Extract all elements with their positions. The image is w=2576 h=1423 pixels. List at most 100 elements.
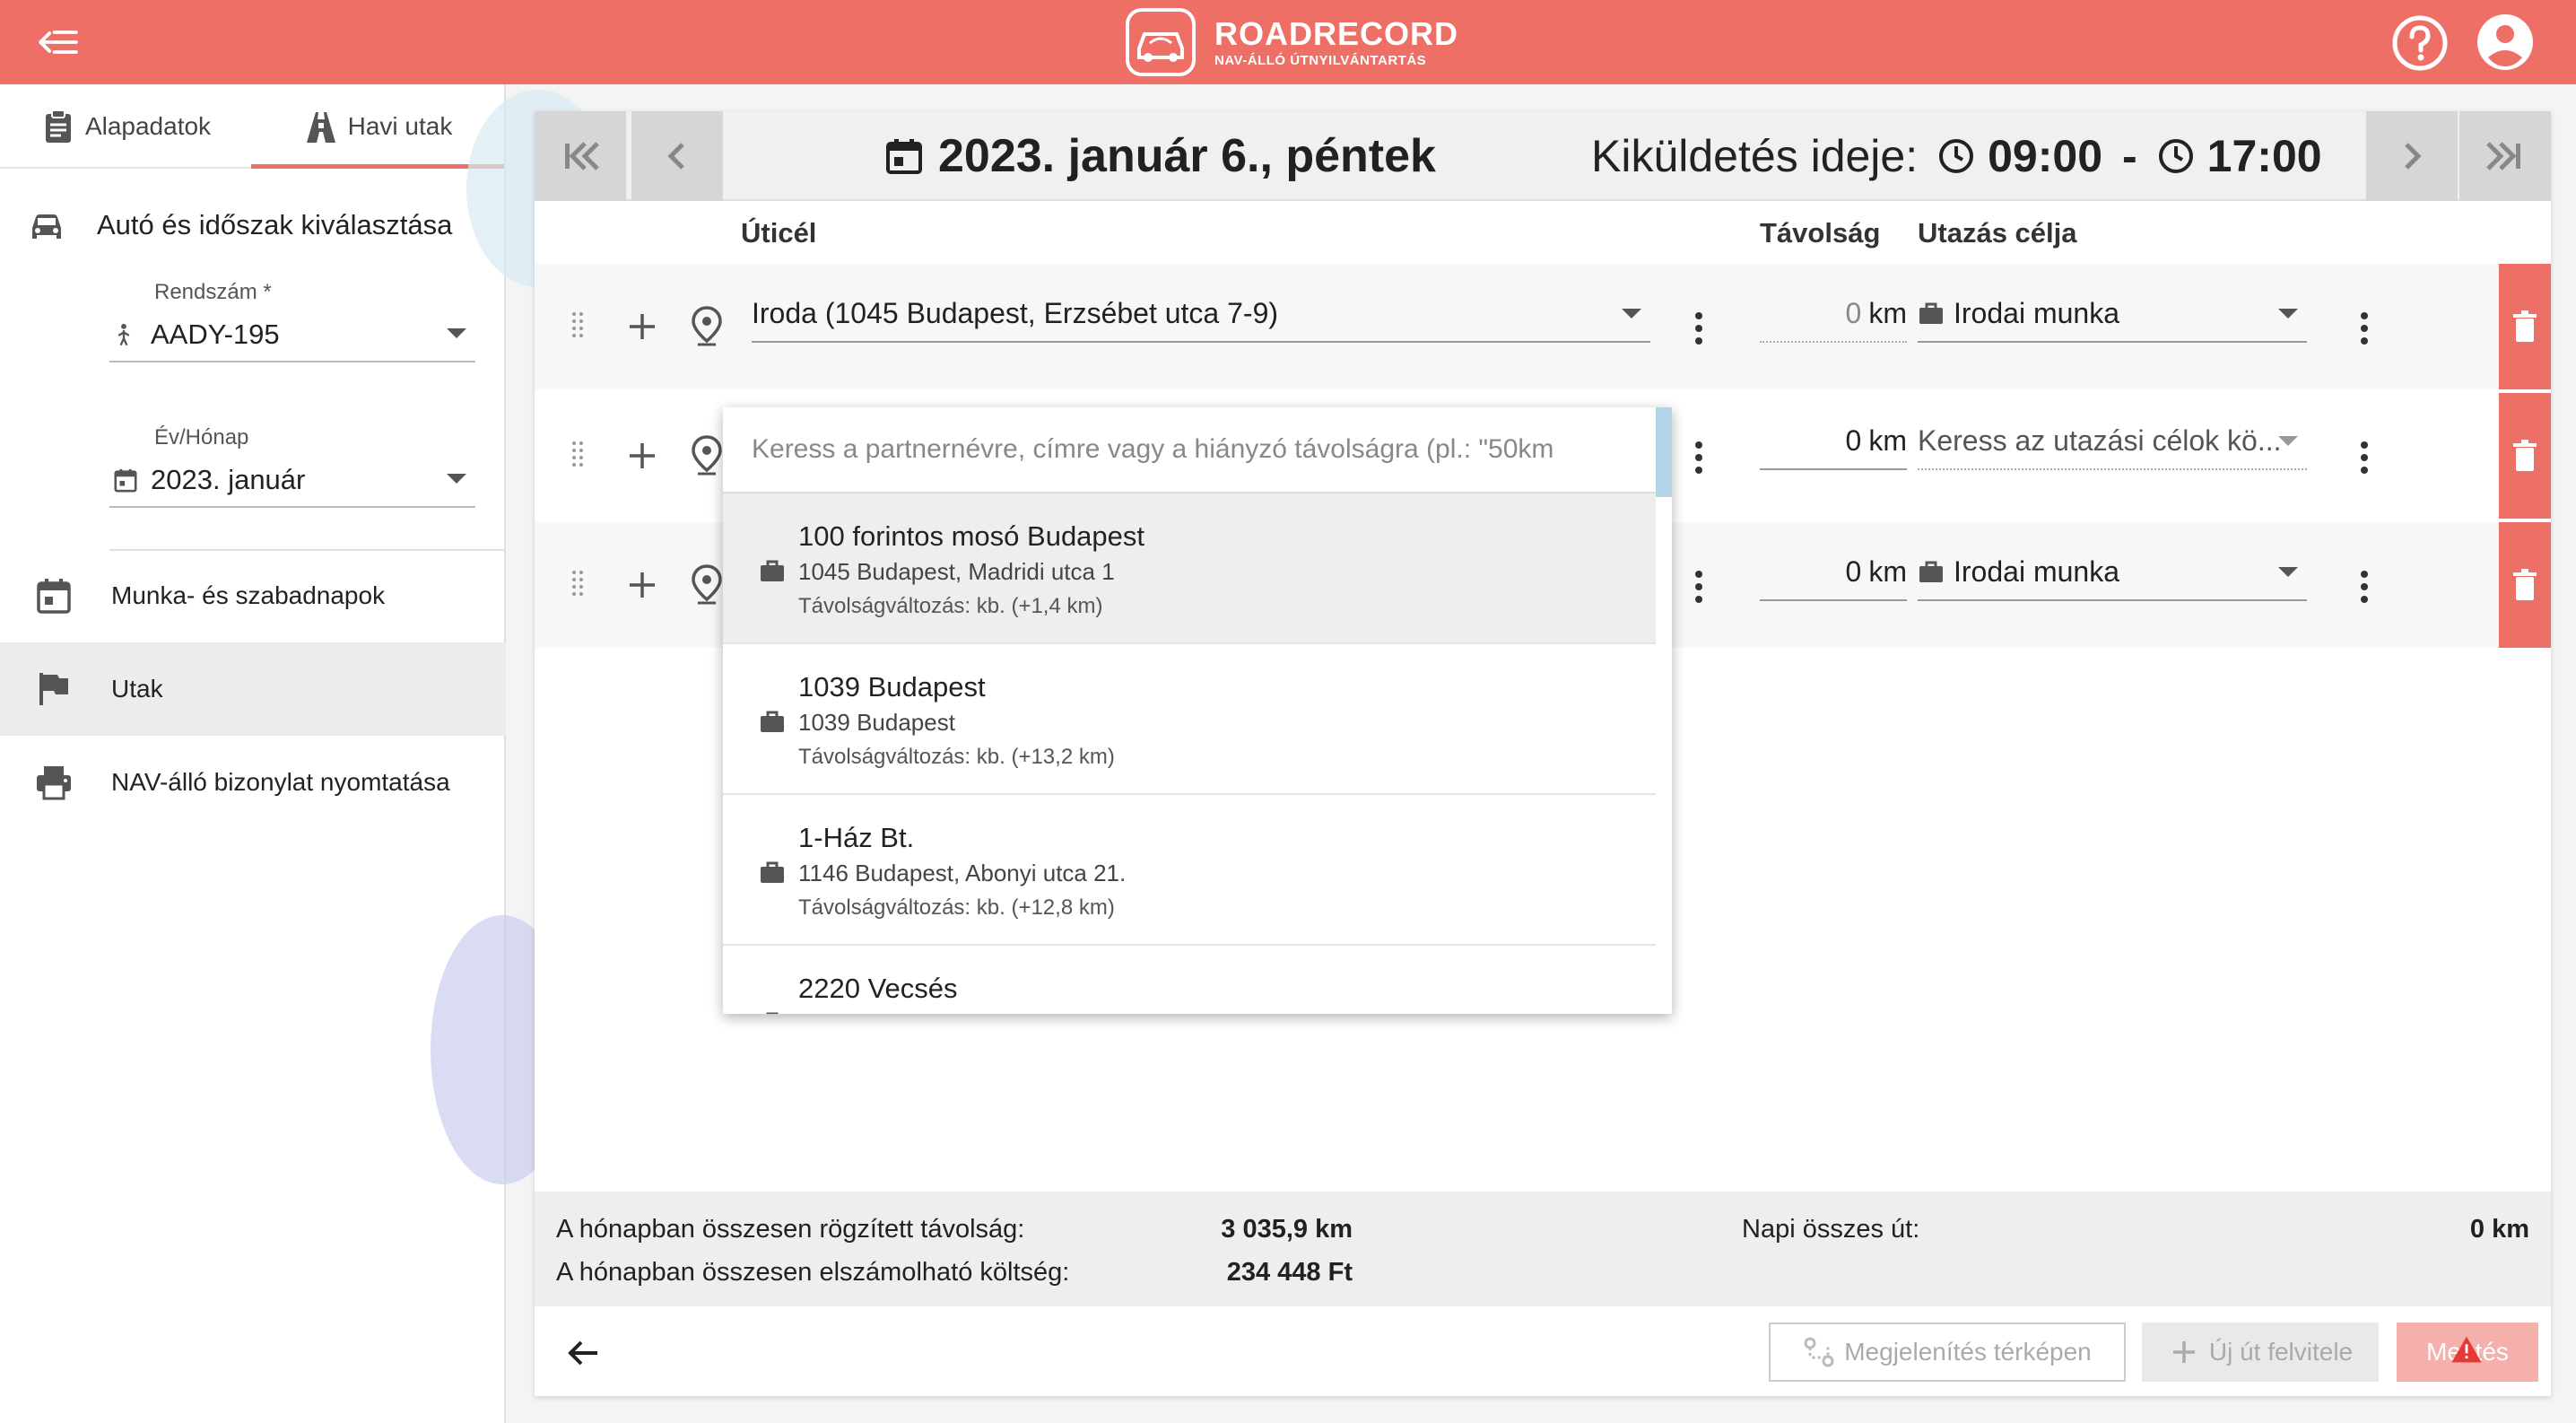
section-title: Autó és időszak kiválasztása	[97, 209, 453, 240]
time-separator: -	[2122, 131, 2137, 181]
distance-change: Távolságváltozás: kb. (+13,2 km)	[798, 745, 1115, 769]
save-button[interactable]: Mentés	[2397, 1323, 2538, 1382]
button-label: Megjelenítés térképen	[1844, 1338, 2092, 1366]
destination-search-input[interactable]: Keress a partnernévre, címre vagy a hián…	[723, 407, 1656, 493]
mission-label: Kiküldetés ideje:	[1591, 131, 1919, 181]
plate-select[interactable]: AADY-195	[109, 309, 475, 362]
person-walk-icon	[115, 322, 145, 347]
car-period-section: Autó és időszak kiválasztása	[0, 203, 506, 248]
distance-unit: km	[1868, 554, 1907, 588]
chevron-down-icon	[1622, 309, 1641, 319]
more-options-icon[interactable]	[1693, 569, 1704, 605]
total-distance-label: A hónapban összesen rögzített távolság:	[556, 1215, 1025, 1244]
chevron-left-icon	[655, 134, 700, 179]
partner-address: 1039 Budapest	[798, 709, 955, 736]
more-options-icon[interactable]	[2359, 310, 2370, 346]
month-value: 2023. január	[151, 464, 306, 495]
help-icon[interactable]	[2391, 14, 2449, 72]
sidebar-item-workdays[interactable]: Munka- és szabadnapok	[0, 549, 506, 642]
car-logo-icon	[1125, 7, 1197, 77]
more-options-icon[interactable]	[2359, 440, 2370, 476]
total-cost-label: A hónapban összesen elszámolható költség…	[556, 1258, 1070, 1287]
destination-autocomplete: Keress a partnernévre, címre vagy a hián…	[723, 407, 1672, 1014]
first-page-icon	[558, 134, 603, 179]
drag-handle-icon[interactable]	[569, 440, 587, 472]
location-pin-icon	[689, 563, 725, 605]
calendar-icon	[884, 136, 924, 176]
column-header-distance: Távolság	[1760, 217, 1881, 249]
list-item[interactable]: 2220 Vecsés	[723, 946, 1656, 1014]
clipboard-icon	[40, 109, 76, 144]
distance-field[interactable]: 0 km	[1760, 285, 1907, 343]
partner-name: 1-Ház Bt.	[798, 822, 915, 853]
partner-name: 1039 Budapest	[798, 671, 986, 703]
previous-day-button[interactable]	[631, 111, 723, 201]
chevron-down-icon	[447, 474, 466, 484]
add-stop-icon[interactable]	[624, 309, 660, 345]
partner-address: 1045 Budapest, Madridi utca 1	[798, 558, 1115, 585]
purpose-select[interactable]: Irodai munka	[1918, 544, 2307, 601]
plate-value: AADY-195	[151, 319, 280, 350]
tab-label: Havi utak	[347, 112, 453, 140]
list-item[interactable]: 100 forintos mosó Budapest 1045 Budapest…	[723, 493, 1656, 644]
delete-trip-button[interactable]	[2499, 393, 2551, 519]
partner-name: 2220 Vecsés	[798, 973, 958, 1004]
distance-value: 0	[1845, 296, 1862, 329]
road-icon	[303, 109, 339, 144]
scrollbar[interactable]	[1656, 407, 1672, 497]
last-day-button[interactable]	[2459, 111, 2551, 201]
purpose-search-input[interactable]: Keress az utazási célok kö...	[1918, 413, 2307, 470]
more-options-icon[interactable]	[2359, 569, 2370, 605]
drag-handle-icon[interactable]	[569, 569, 587, 601]
mission-start-time[interactable]: 09:00	[1988, 130, 2102, 182]
add-stop-icon[interactable]	[624, 438, 660, 474]
new-trip-button[interactable]: Új út felvitele	[2142, 1323, 2379, 1382]
briefcase-icon	[1918, 301, 1945, 326]
drag-handle-icon[interactable]	[569, 310, 587, 343]
calendar-icon	[34, 576, 74, 615]
more-options-icon[interactable]	[1693, 440, 1704, 476]
column-header-purpose: Utazás célja	[1918, 217, 2077, 249]
app-subtitle: NAV-ÁLLÓ ÚTNYILVÁNTARTÁS	[1214, 52, 1427, 68]
menu-back-icon[interactable]	[34, 22, 83, 63]
more-options-icon[interactable]	[1693, 310, 1704, 346]
car-icon	[27, 206, 66, 246]
purpose-placeholder: Keress az utazási célok kö...	[1918, 423, 2282, 457]
plate-label: Rendszám *	[154, 280, 272, 304]
delete-trip-button[interactable]	[2499, 264, 2551, 389]
distance-field[interactable]: 0 km	[1760, 544, 1907, 601]
chevron-down-icon	[2278, 436, 2298, 446]
trash-icon	[2511, 568, 2539, 602]
first-day-button[interactable]	[535, 111, 626, 201]
next-day-button[interactable]	[2366, 111, 2458, 201]
active-tab-indicator	[251, 164, 504, 169]
list-item[interactable]: 1-Ház Bt. 1146 Budapest, Abonyi utca 21.…	[723, 795, 1656, 946]
sidebar-tabs: Alapadatok Havi utak	[0, 84, 506, 169]
sidebar-item-label: Munka- és szabadnapok	[111, 581, 386, 609]
destination-select[interactable]: Iroda (1045 Budapest, Erzsébet utca 7-9)	[752, 285, 1650, 343]
account-icon[interactable]	[2476, 13, 2535, 72]
total-distance-value: 3 035,9 km	[1221, 1215, 1353, 1244]
tab-alapadatok[interactable]: Alapadatok	[0, 84, 251, 169]
tab-havi-utak[interactable]: Havi utak	[251, 84, 504, 169]
distance-value: 0	[1845, 423, 1862, 457]
list-item[interactable]: 1039 Budapest 1039 Budapest Távolságvált…	[723, 644, 1656, 795]
sidebar: Alapadatok Havi utak Autó és időszak kiv…	[0, 84, 506, 1423]
month-select[interactable]: 2023. január	[109, 454, 475, 508]
trash-icon	[2511, 310, 2539, 344]
app-logo: ROADRECORD NAV-ÁLLÓ ÚTNYILVÁNTARTÁS	[1125, 5, 1458, 79]
distance-field[interactable]: 0 km	[1760, 413, 1907, 470]
mission-end-time[interactable]: 17:00	[2207, 130, 2322, 182]
partner-name: 100 forintos mosó Budapest	[798, 520, 1145, 552]
purpose-select[interactable]: Irodai munka	[1918, 285, 2307, 343]
delete-trip-button[interactable]	[2499, 522, 2551, 648]
sidebar-item-trips[interactable]: Utak	[0, 642, 506, 736]
arrow-back-icon[interactable]	[563, 1333, 603, 1373]
button-label: Új út felvitele	[2208, 1338, 2354, 1366]
printer-icon	[34, 763, 74, 802]
sidebar-item-print[interactable]: NAV-álló bizonylat nyomtatása	[0, 736, 506, 829]
add-stop-icon[interactable]	[624, 567, 660, 603]
show-on-map-button[interactable]: Megjelenítés térképen	[1769, 1323, 2126, 1382]
route-icon	[1803, 1336, 1835, 1368]
app-title: ROADRECORD	[1214, 14, 1459, 52]
